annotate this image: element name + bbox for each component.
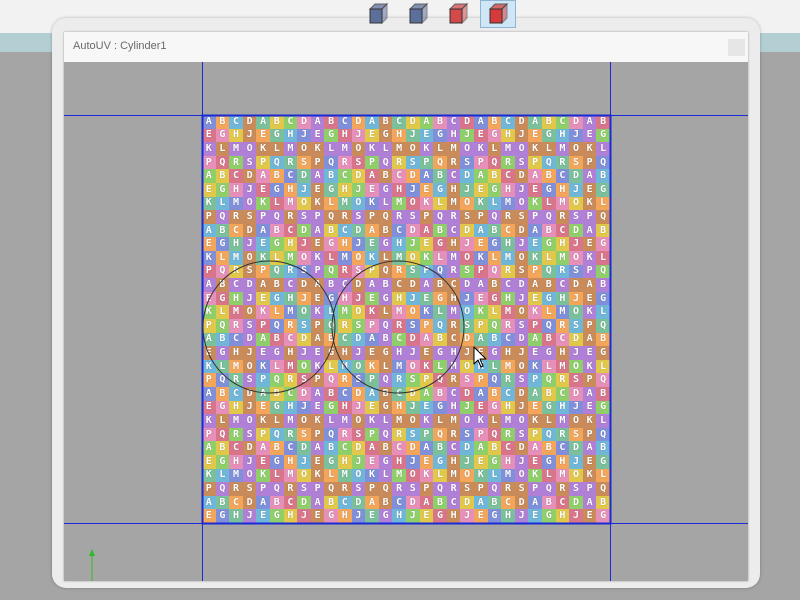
view-cube-icon (448, 2, 469, 25)
view-toolbar (360, 0, 516, 30)
view-mode-button[interactable] (440, 0, 476, 28)
window-titlebar[interactable]: AutoUV : Cylinder1 (64, 32, 748, 63)
window-title: AutoUV : Cylinder1 (73, 40, 167, 52)
desktop: AutoUV : Cylinder1 ABCDABCDABCDABCDABCDA… (0, 0, 800, 600)
window-close-button[interactable] (728, 39, 745, 56)
axis-y-arrow (89, 549, 95, 556)
view-mode-button[interactable] (360, 0, 396, 28)
autouv-window: AutoUV : Cylinder1 ABCDABCDABCDABCDABCDA… (64, 32, 748, 581)
mouse-cursor-icon (473, 346, 487, 368)
viewport-overlay (64, 62, 748, 581)
view-mode-button[interactable] (400, 0, 436, 28)
view-cube-icon (488, 2, 509, 25)
view-cube-icon (408, 2, 429, 25)
uv-circle-right (331, 260, 465, 394)
uv-circle-left (202, 260, 336, 394)
view-mode-button[interactable] (480, 0, 516, 28)
texture-border (201, 114, 612, 525)
view-cube-icon (368, 2, 389, 25)
uv-viewport[interactable]: ABCDABCDABCDABCDABCDABCDABCDABEGHJEGHJEG… (64, 62, 748, 581)
